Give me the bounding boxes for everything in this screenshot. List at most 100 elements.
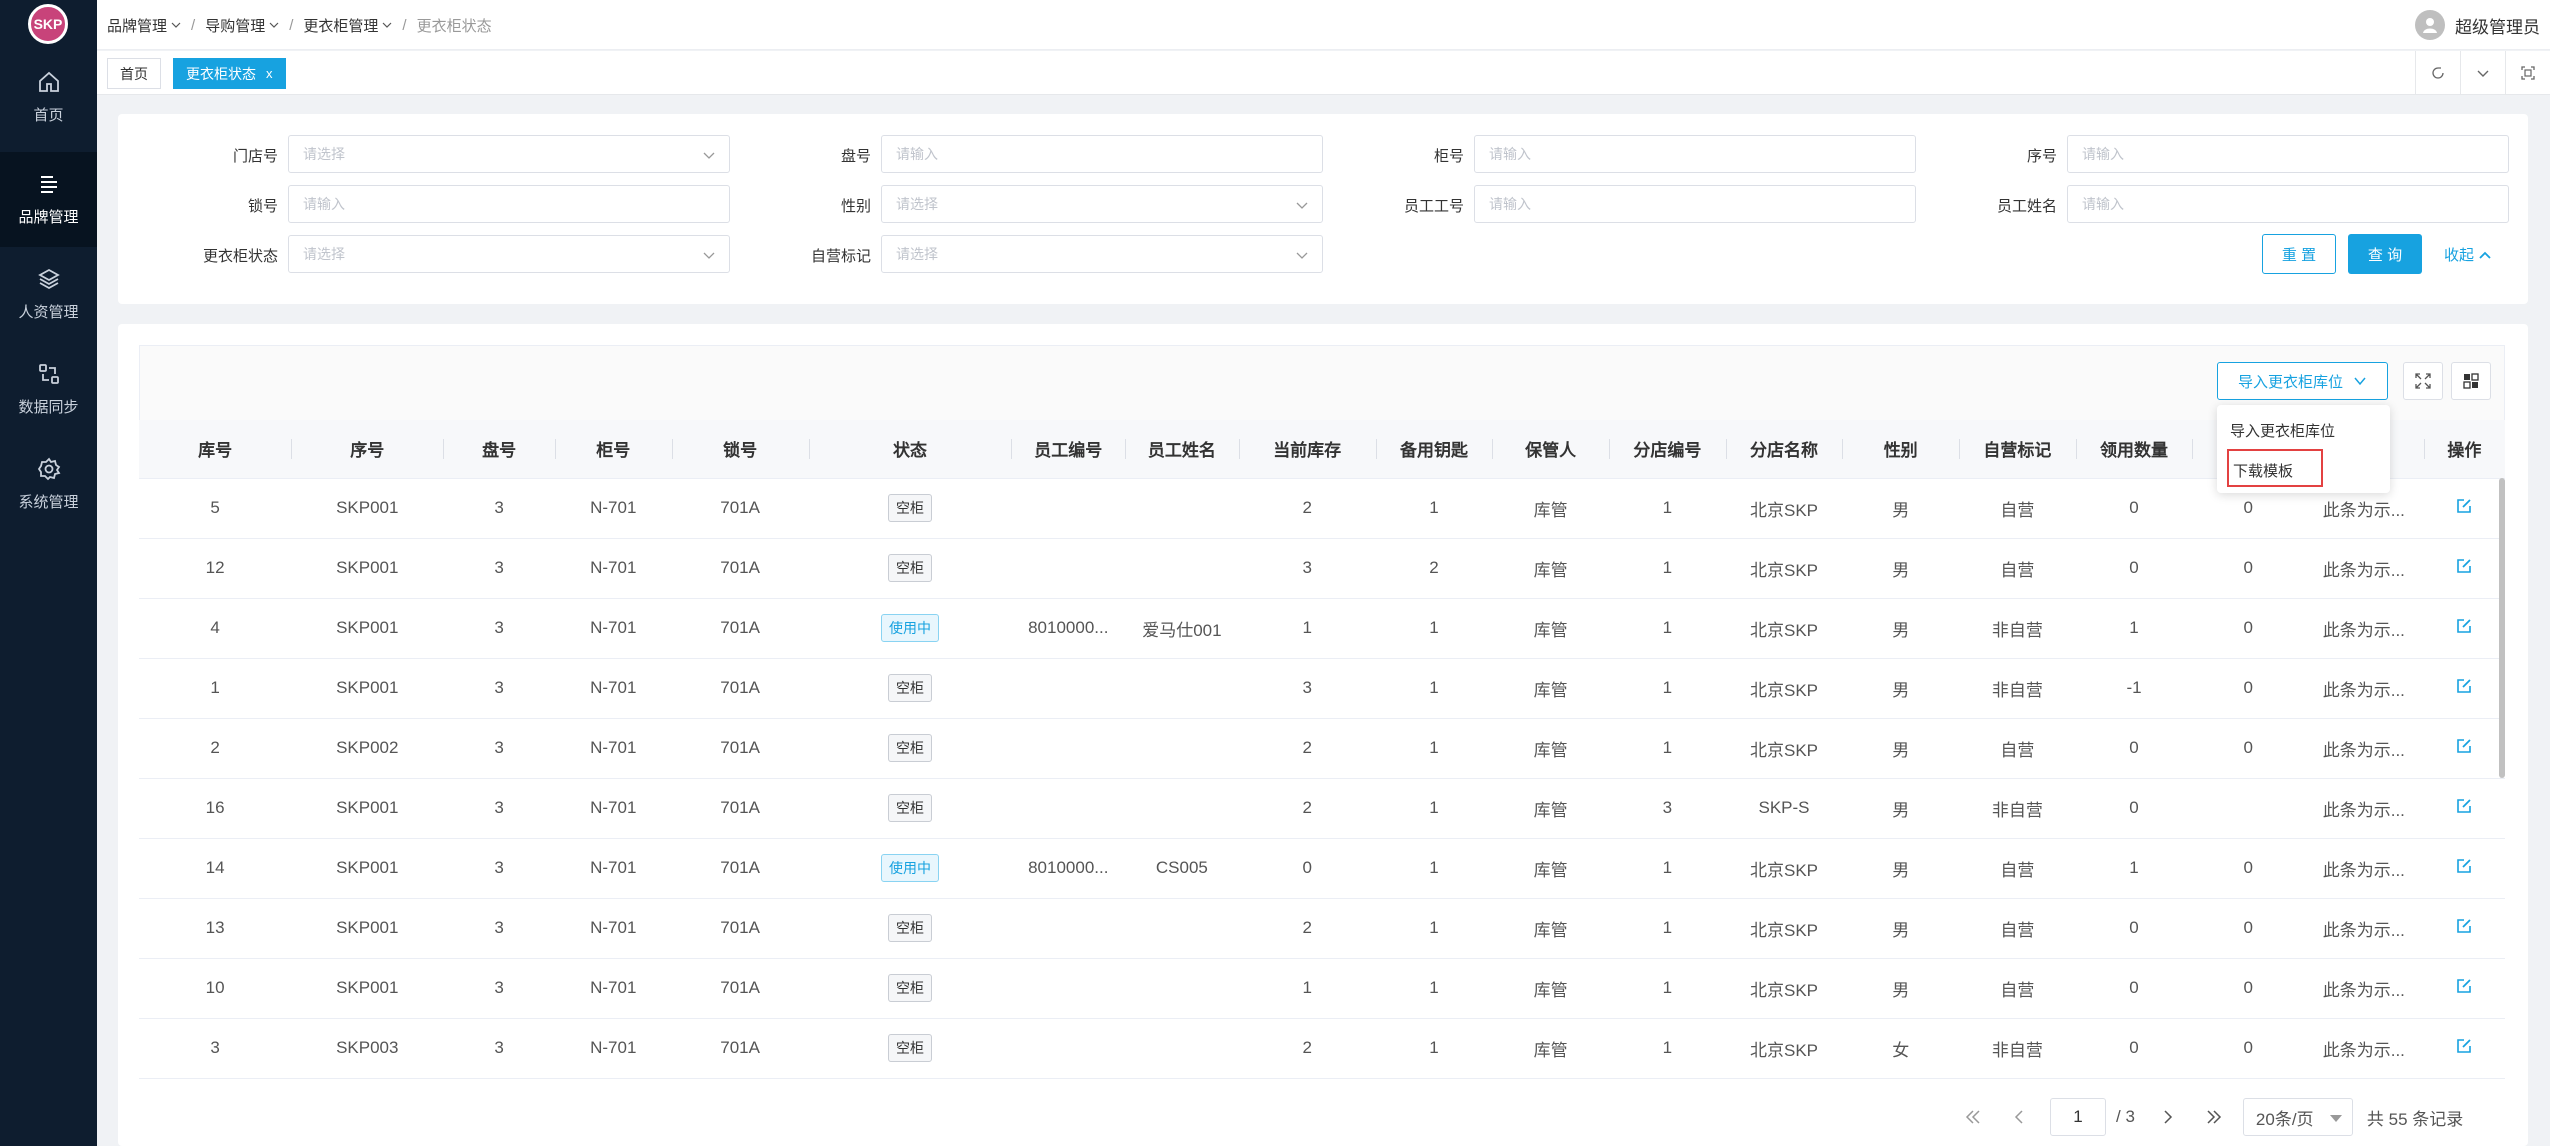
table-cell: 空柜 [808,778,1012,839]
edit-icon[interactable] [2455,917,2473,935]
breadcrumb-item[interactable]: 导购管理 [205,15,279,36]
reset-button[interactable]: 重 置 [2262,234,2336,274]
table-cell: 男 [1842,838,1960,899]
close-icon[interactable]: x [266,66,273,81]
table-cell: 2 [139,718,292,779]
column-settings-button[interactable] [2451,362,2491,400]
store-select[interactable]: 请选择 [288,135,730,173]
self-op-select[interactable]: 请选择 [881,235,1323,273]
table-cell: 空柜 [808,958,1012,1019]
menu-item-download-template[interactable]: 下载模板 [2233,460,2293,481]
import-dropdown-button[interactable]: 导入更衣柜库位 [2217,362,2388,400]
col-header: 分店名称 [1725,420,1843,479]
page-number-input[interactable] [2050,1098,2106,1136]
status-badge: 空柜 [888,494,933,522]
table-cell [1011,658,1126,719]
table-cell-actions [2423,958,2505,1019]
table-cell: 自营 [1959,838,2076,899]
col-header: 状态 [808,420,1012,479]
gender-select[interactable]: 请选择 [881,185,1323,223]
caret-down-icon [2329,1115,2342,1122]
table-cell: 男 [1842,718,1960,779]
sidebar-item-sync[interactable]: 数据同步 [0,342,97,437]
tab-tools [2415,51,2550,95]
sidebar-item-system[interactable]: 系统管理 [0,437,97,532]
table-cell: 0 [2075,478,2193,539]
table-cell: 3 [1238,538,1376,599]
table-cell: 男 [1842,478,1960,539]
cabinet-input[interactable]: 请输入 [1474,135,1916,173]
table-cell: 1 [1375,478,1493,539]
edit-icon[interactable] [2455,677,2473,695]
col-header: 备用钥匙 [1375,420,1493,479]
table-cell: 0 [2192,838,2304,899]
filter-label-lock: 锁号 [247,198,278,215]
table-cell-actions [2423,718,2505,779]
edit-icon[interactable] [2455,497,2473,515]
table-cell: 0 [2192,718,2304,779]
locker-table: 库号 序号 盘号 柜号 锁号 状态 员工编号 员工姓名 当前库存 备用钥匙 保管… [139,420,2505,1079]
sidebar-item-home[interactable]: 首页 [0,50,97,145]
expand-table-button[interactable] [2403,362,2443,400]
sidebar-item-brand[interactable]: 品牌管理 [0,152,97,247]
table-cell: N-701 [554,958,672,1019]
sidebar-item-hr[interactable]: 人资管理 [0,247,97,342]
table-cell: 此条为示... [2303,718,2424,779]
table-cell: 3 [443,478,555,539]
collapse-toggle[interactable]: 收起 [2444,244,2492,265]
table-cell: 10 [139,958,292,1019]
table-cell: SKP001 [291,958,444,1019]
tabs-dropdown-button[interactable] [2460,51,2505,95]
table-cell [1125,538,1239,599]
edit-icon[interactable] [2455,857,2473,875]
emp-name-input[interactable]: 请输入 [2067,185,2509,223]
chevron-down-icon [1296,252,1308,259]
col-header: 当前库存 [1238,420,1376,479]
seq-input[interactable]: 请输入 [2067,135,2509,173]
tab-home[interactable]: 首页 [107,58,161,89]
table-cell: N-701 [554,1018,672,1079]
table-cell: -1 [2075,658,2193,719]
edit-icon[interactable] [2455,617,2473,635]
user-menu[interactable]: 超级管理员 [2415,0,2540,50]
edit-icon[interactable] [2455,977,2473,995]
table-cell: 0 [2192,658,2304,719]
table-cell: 1 [139,658,292,719]
disk-input[interactable]: 请输入 [881,135,1323,173]
table-cell: 空柜 [808,898,1012,959]
vertical-scrollbar[interactable] [2499,478,2505,778]
table-cell: 1 [1609,598,1726,659]
edit-icon[interactable] [2455,737,2473,755]
lock-input[interactable]: 请输入 [288,185,730,223]
table-cell: 男 [1842,958,1960,1019]
query-button[interactable]: 查 询 [2348,234,2422,274]
edit-icon[interactable] [2455,1037,2473,1055]
user-icon [2423,18,2437,33]
emp-id-input[interactable]: 请输入 [1474,185,1916,223]
first-page-button[interactable] [1958,1102,1988,1132]
table-cell: 北京SKP [1725,658,1843,719]
placeholder: 请输入 [1489,146,1531,162]
menu-item-import[interactable]: 导入更衣柜库位 [2230,420,2335,441]
breadcrumb-item[interactable]: 品牌管理 [107,15,181,36]
chevron-down-icon [703,252,715,259]
last-page-button[interactable] [2199,1102,2229,1132]
table-cell: 空柜 [808,538,1012,599]
home-icon [38,71,59,92]
fullscreen-button[interactable] [2505,51,2550,95]
next-page-button[interactable] [2153,1102,2183,1132]
refresh-button[interactable] [2415,51,2460,95]
page-size-select[interactable]: 20条/页 [2242,1098,2353,1136]
breadcrumb-item[interactable]: 更衣柜管理 [303,15,392,36]
table-cell-actions [2423,658,2505,719]
locker-status-select[interactable]: 请选择 [288,235,730,273]
avatar [2415,10,2445,40]
tabs-bar: 首页 更衣柜状态 x [97,51,2550,95]
layers-icon [37,268,60,290]
chevron-down-icon [269,22,279,28]
edit-icon[interactable] [2455,797,2473,815]
filter-label-emp-name: 员工姓名 [1996,198,2057,215]
tab-locker-status[interactable]: 更衣柜状态 x [173,58,286,89]
prev-page-button[interactable] [2004,1102,2034,1132]
edit-icon[interactable] [2455,557,2473,575]
